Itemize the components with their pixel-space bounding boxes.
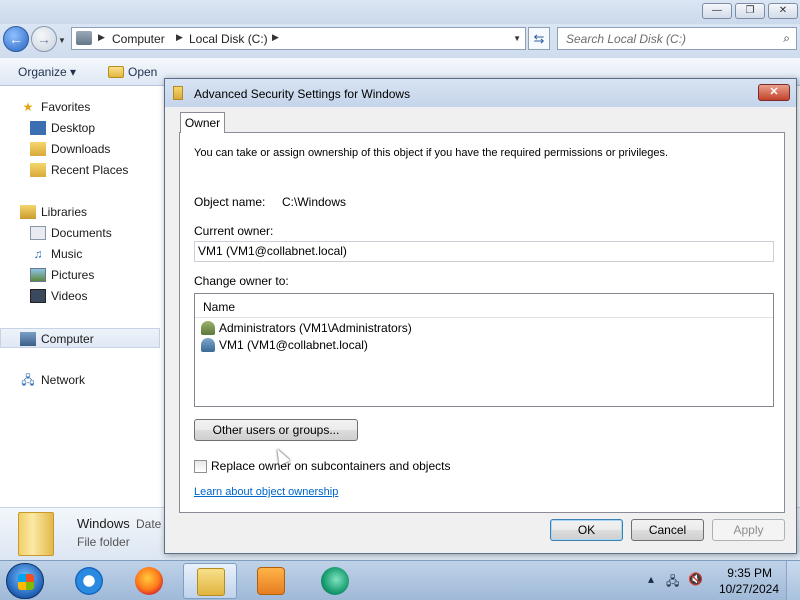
nav-recent-places[interactable]: Recent Places (0, 160, 160, 180)
nav-desktop[interactable]: Desktop (0, 118, 160, 138)
search-input[interactable]: Search Local Disk (C:) ⌕ (557, 27, 797, 50)
search-icon[interactable]: ⌕ (783, 31, 790, 46)
star-icon: ★ (22, 100, 34, 114)
list-item[interactable]: Administrators (VM1\Administrators) (201, 320, 412, 337)
replace-owner-checkbox[interactable] (194, 460, 207, 473)
dialog-close-button[interactable]: ✕ (758, 84, 790, 101)
network-icon: 🖧 (21, 373, 35, 387)
group-icon (201, 321, 215, 335)
forward-button[interactable]: → (31, 26, 57, 52)
chevron-right-icon[interactable]: ▶ (272, 32, 279, 43)
folder-icon (108, 66, 124, 78)
nav-computer[interactable]: Computer (0, 328, 160, 348)
computer-icon (76, 31, 92, 45)
minimize-button[interactable]: — (702, 3, 732, 19)
documents-icon (30, 226, 46, 240)
breadcrumb-computer[interactable]: Computer (112, 32, 165, 46)
current-owner-field[interactable]: VM1 (VM1@collabnet.local) (194, 241, 774, 262)
taskbar-internet-explorer[interactable] (62, 563, 116, 599)
nav-downloads[interactable]: Downloads (0, 139, 160, 159)
folder-icon (197, 568, 225, 596)
list-column-header[interactable]: Name (195, 294, 773, 318)
clock-time[interactable]: 9:35 PM (727, 566, 772, 580)
chevron-right-icon[interactable]: ▶ (98, 32, 105, 43)
explorer-close-button[interactable]: ✕ (768, 3, 798, 19)
pictures-icon (30, 268, 46, 282)
back-button[interactable]: ← (3, 26, 29, 52)
details-name: Windows (77, 516, 130, 531)
show-desktop-button[interactable] (786, 561, 800, 600)
user-icon (201, 338, 215, 352)
nav-pictures[interactable]: Pictures (0, 265, 160, 285)
desktop-icon (30, 121, 46, 135)
object-name-value: C:\Windows (282, 195, 347, 209)
windows-logo-icon (18, 574, 34, 590)
learn-ownership-link[interactable]: Learn about object ownership (194, 486, 338, 498)
volume-muted-icon[interactable]: 🔇 (688, 572, 703, 586)
details-date-label: Date (136, 517, 162, 531)
clock-date[interactable]: 10/27/2024 (719, 582, 779, 596)
recent-places-icon (30, 163, 46, 177)
taskbar: ▴ 🖧 🔇 9:35 PM 10/27/2024 (0, 560, 800, 600)
owner-tab-panel: You can take or assign ownership of this… (179, 132, 785, 513)
explorer-titlebar: — ❐ ✕ (0, 0, 800, 24)
maximize-button[interactable]: ❐ (735, 3, 765, 19)
dialog-title: Advanced Security Settings for Windows (194, 87, 411, 101)
system-tray: ▴ 🖧 🔇 9:35 PM 10/27/2024 (630, 561, 800, 600)
libraries-icon (20, 205, 36, 219)
address-dropdown-icon[interactable]: ▼ (513, 34, 521, 43)
start-button[interactable] (6, 563, 44, 599)
taskbar-app[interactable] (308, 563, 362, 599)
organize-menu[interactable]: Organize ▾ (18, 65, 76, 79)
replace-owner-label[interactable]: Replace owner on subcontainers and objec… (211, 459, 450, 473)
search-placeholder: Search Local Disk (C:) (566, 32, 687, 46)
nav-music[interactable]: ♫ Music (0, 244, 160, 264)
details-type: File folder (77, 535, 130, 549)
object-name-label: Object name: (194, 195, 266, 209)
navigation-pane: ★ Favorites Desktop Downloads Recent Pla… (0, 87, 163, 507)
other-users-or-groups-button[interactable]: Other users or groups... (194, 419, 358, 441)
internet-explorer-icon (75, 567, 103, 595)
ownership-description: You can take or assign ownership of this… (194, 147, 669, 159)
videos-icon (30, 289, 46, 303)
dialog-titlebar[interactable]: Advanced Security Settings for Windows ✕ (165, 79, 796, 107)
current-owner-label: Current owner: (194, 224, 274, 238)
refresh-button[interactable]: ⇆ (528, 27, 550, 50)
media-player-icon (257, 567, 285, 595)
folder-icon (18, 512, 54, 556)
downloads-icon (30, 142, 46, 156)
list-item[interactable]: VM1 (VM1@collabnet.local) (201, 337, 368, 354)
taskbar-firefox[interactable] (122, 563, 176, 599)
app-icon (321, 567, 349, 595)
breadcrumb-local-disk[interactable]: Local Disk (C:) (189, 32, 268, 46)
advanced-security-dialog: Advanced Security Settings for Windows ✕… (164, 78, 797, 554)
network-icon[interactable]: 🖧 (666, 572, 679, 593)
address-row: ← → ▼ ▶ Computer ▶ Local Disk (C:) ▶ ▼ ⇆… (0, 24, 800, 58)
taskbar-windows-explorer[interactable] (183, 563, 237, 599)
cancel-button[interactable]: Cancel (631, 519, 704, 541)
nav-favorites[interactable]: ★ Favorites (0, 97, 160, 117)
nav-libraries[interactable]: Libraries (0, 202, 160, 222)
show-hidden-icons-button[interactable]: ▴ (648, 572, 654, 586)
tab-owner[interactable]: Owner (180, 112, 225, 133)
nav-network[interactable]: 🖧 Network (0, 370, 160, 390)
open-button[interactable]: Open (108, 65, 157, 79)
change-owner-label: Change owner to: (194, 274, 289, 288)
folder-icon (173, 86, 183, 100)
chevron-right-icon[interactable]: ▶ (176, 32, 183, 43)
ok-button[interactable]: OK (550, 519, 623, 541)
address-bar[interactable]: ▶ Computer ▶ Local Disk (C:) ▶ ▼ (71, 27, 526, 50)
firefox-icon (135, 567, 163, 595)
music-icon: ♫ (33, 247, 43, 261)
computer-icon (20, 332, 36, 346)
taskbar-media-player[interactable] (244, 563, 298, 599)
apply-button[interactable]: Apply (712, 519, 785, 541)
nav-videos[interactable]: Videos (0, 286, 160, 306)
nav-documents[interactable]: Documents (0, 223, 160, 243)
recent-pages-icon[interactable]: ▼ (58, 36, 66, 45)
change-owner-list[interactable]: Name Administrators (VM1\Administrators)… (194, 293, 774, 407)
